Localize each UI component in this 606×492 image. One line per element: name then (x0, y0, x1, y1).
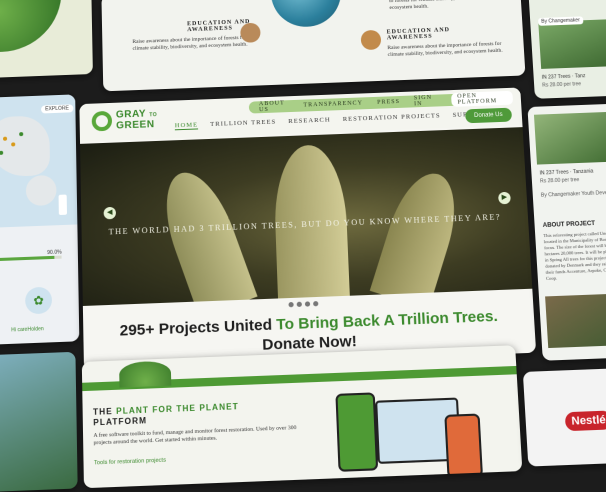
continent-shape (0, 115, 51, 178)
platform-title: THE PLANT FOR THE PLANET PLATFORM (92, 401, 239, 428)
bush-image (119, 360, 172, 388)
project-photo (538, 19, 606, 69)
nav-research[interactable]: RESEARCH (288, 116, 331, 126)
about-title: ABOUT PROJECT (542, 220, 596, 229)
progress-track (0, 255, 62, 262)
screenshot-collage: EDUCATION AND AWARENESS Raise awareness … (0, 0, 606, 492)
platform-description: A free software toolkit to fund, manage … (93, 424, 297, 447)
nav-press[interactable]: PRESS (377, 99, 400, 106)
progress-label: 90.0% (47, 249, 62, 257)
plant-icon: ✿ (25, 286, 53, 315)
open-platform-label: OPEN PLATFORM (457, 93, 498, 106)
about-text: This reforesting project called Under lo… (543, 230, 606, 281)
nav-transparency[interactable]: TRANSPARENCY (303, 100, 363, 108)
bottom-left-card (0, 351, 78, 492)
explore-badge[interactable]: EXPLORE (41, 104, 74, 114)
section-text: Raise awareness about the importance of … (387, 40, 503, 58)
nav-home[interactable]: HOME (174, 121, 199, 131)
sponsor-card: Nestlé (522, 367, 606, 467)
section-image-2 (360, 29, 382, 51)
section-fragment: to forests for climate stability, biodiv… (389, 0, 493, 11)
globe-image (269, 0, 343, 29)
zoom-controls[interactable] (58, 194, 68, 216)
nav-sign-in[interactable]: SIGN IN (414, 95, 438, 108)
nav-about[interactable]: ABOUT US (259, 100, 290, 113)
by-label: By Changemaker Youth Devel (540, 190, 606, 199)
agave-leaf (369, 165, 468, 306)
logo-wordmark: GRAY TO GREEN (115, 108, 158, 132)
trees-label: IN 237 Trees · Tanz (541, 73, 586, 81)
carousel-next-button[interactable]: ▶ (498, 191, 511, 205)
top-right-card: By Changemaker IN 237 Trees · Tanz Rs 28… (527, 0, 606, 99)
planting-photo (545, 293, 606, 349)
leaf-shape (0, 0, 63, 53)
nestle-logo: Nestlé (564, 410, 606, 432)
phone-mockup (335, 392, 379, 472)
platform-card: THE PLANT FOR THE PLANET PLATFORM A free … (81, 345, 523, 489)
carousel-prev-button[interactable]: ◀ (103, 206, 117, 220)
open-platform-button[interactable]: OPEN PLATFORM (450, 90, 514, 107)
hero-banner: THE WORLD HAD 3 TRILLION TREES, BUT DO Y… (80, 127, 533, 306)
carousel-dots[interactable] (288, 301, 319, 308)
section-2: EDUCATION AND AWARENESS Raise awareness … (387, 25, 509, 59)
donate-button[interactable]: Donate Us (464, 107, 513, 124)
price-label: Rs 28.00 per tree (542, 81, 582, 89)
project-photo (533, 111, 606, 165)
awareness-card: EDUCATION AND AWARENESS Raise awareness … (101, 0, 526, 92)
project-chip: By Changemaker (538, 16, 584, 26)
gray-to-green-site: GRAY TO GREEN ABOUT US TRANSPARENCY PRES… (79, 87, 537, 371)
agave-leaf (151, 163, 258, 306)
world-map: EXPLORE (0, 94, 78, 228)
price-label: Rs 28.00 per tree (539, 177, 580, 185)
top-left-card (0, 0, 93, 79)
map-link[interactable]: Hi careHolden (11, 326, 44, 333)
trees-label: IN 237 Trees · Tanzania (539, 168, 594, 177)
continent-shape (25, 174, 57, 207)
brand-logo[interactable]: GRAY TO GREEN (91, 108, 158, 132)
nav-trillion-trees[interactable]: TRILLION TREES (210, 119, 276, 129)
map-card: EXPLORE 90.0% ✿ Hi careHolden (0, 94, 80, 345)
main-nav: HOME TRILLION TREES RESEARCH RESTORATION… (174, 110, 502, 131)
platform-link[interactable]: Tools for restoration projects (94, 457, 166, 466)
progress-fill (0, 255, 55, 262)
logo-ring-icon (91, 110, 113, 132)
nav-restoration-projects[interactable]: RESTORATION PROJECTS (343, 112, 441, 124)
phone-mockup (444, 413, 484, 479)
project-card: IN 237 Trees · Tanzania Rs 28.00 per tre… (527, 103, 606, 361)
section-heading: EDUCATION AND AWARENESS (386, 27, 451, 42)
